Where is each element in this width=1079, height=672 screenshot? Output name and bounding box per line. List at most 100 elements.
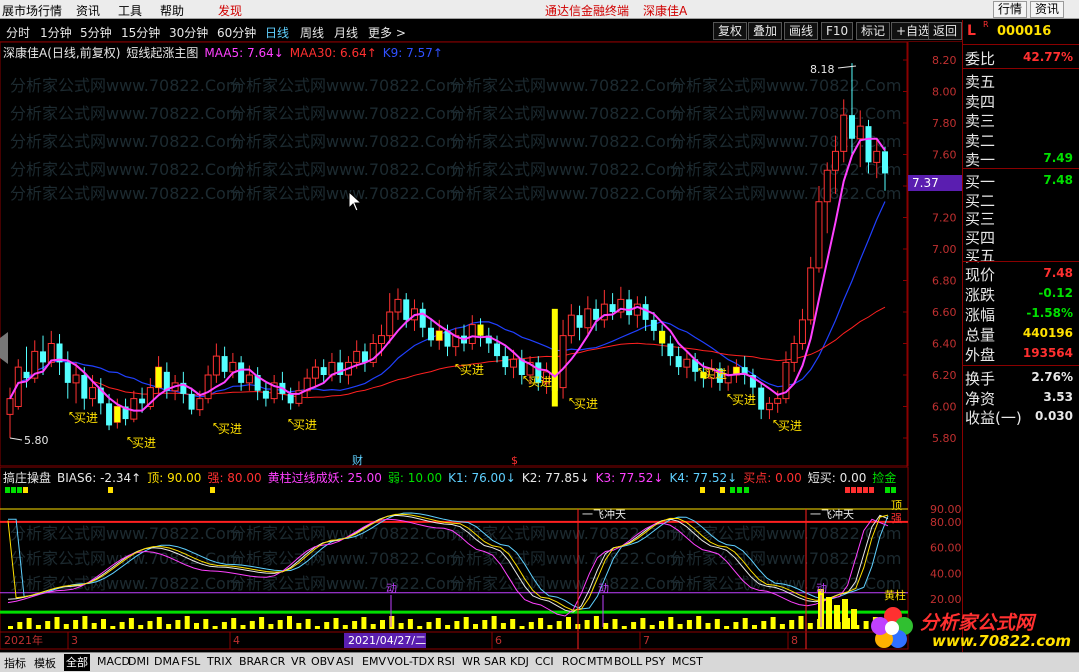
tab-obv[interactable]: OBV bbox=[311, 655, 334, 668]
menu-market[interactable]: 展市场行情 bbox=[2, 2, 62, 19]
period-60min[interactable]: 60分钟 bbox=[217, 24, 256, 41]
tab-rsi[interactable]: RSI bbox=[437, 655, 455, 668]
period-1min[interactable]: 1分钟 bbox=[40, 24, 72, 41]
candle-signal[interactable] bbox=[114, 406, 121, 423]
candle-up[interactable] bbox=[311, 366, 319, 379]
terminal-title-link[interactable]: 通达信金融终端 bbox=[545, 2, 629, 19]
tab-psy[interactable]: PSY bbox=[645, 655, 665, 668]
candle-down[interactable] bbox=[593, 308, 600, 320]
candle-up[interactable] bbox=[683, 358, 691, 368]
tab-全部[interactable]: 全部 bbox=[64, 654, 90, 671]
tab-vr[interactable]: VR bbox=[291, 655, 306, 668]
overlay-button[interactable]: 叠加 bbox=[748, 22, 783, 40]
tab-trix[interactable]: TRIX bbox=[207, 655, 232, 668]
candle-up[interactable] bbox=[873, 150, 881, 163]
candle-signal[interactable] bbox=[551, 308, 558, 407]
candle-down[interactable] bbox=[403, 299, 410, 320]
scroll-left-handle[interactable] bbox=[0, 332, 8, 364]
menu-help[interactable]: 帮助 bbox=[160, 2, 184, 19]
candle-up[interactable] bbox=[790, 343, 798, 363]
candle-up[interactable] bbox=[130, 398, 138, 420]
candle-up[interactable] bbox=[510, 358, 518, 368]
candle-up[interactable] bbox=[774, 398, 782, 404]
candle-up[interactable] bbox=[353, 350, 361, 363]
tab-kdj[interactable]: KDJ bbox=[510, 655, 529, 668]
tab-cci[interactable]: CCI bbox=[535, 655, 554, 668]
candle-down[interactable] bbox=[576, 315, 583, 328]
candle-down[interactable] bbox=[609, 304, 616, 312]
news-button[interactable]: 资讯 bbox=[1030, 1, 1065, 18]
period-30min[interactable]: 30分钟 bbox=[169, 24, 208, 41]
candle-down[interactable] bbox=[882, 151, 888, 174]
candlestick-chart[interactable]: 8.208.007.807.607.407.207.006.806.606.40… bbox=[0, 42, 962, 467]
back-button[interactable]: 返回 bbox=[928, 22, 963, 40]
candle-down[interactable] bbox=[188, 393, 195, 410]
candle-up[interactable] bbox=[204, 374, 212, 400]
candle-down[interactable] bbox=[675, 356, 682, 368]
tab-vol-tdx[interactable]: VOL-TDX bbox=[387, 655, 435, 668]
tab-mcst[interactable]: MCST bbox=[672, 655, 703, 668]
candle-down[interactable] bbox=[502, 356, 509, 368]
candle-up[interactable] bbox=[856, 125, 864, 140]
formula-name[interactable]: 短线起涨主图 bbox=[126, 46, 198, 60]
tab-sar[interactable]: SAR bbox=[484, 655, 506, 668]
candle-up[interactable] bbox=[559, 335, 567, 389]
candle-up[interactable] bbox=[229, 361, 237, 373]
candle-down[interactable] bbox=[106, 403, 113, 426]
tab-asi[interactable]: ASI bbox=[336, 655, 354, 668]
tab-emv[interactable]: EMV bbox=[362, 655, 386, 668]
period-15min[interactable]: 15分钟 bbox=[121, 24, 160, 41]
tab-roc[interactable]: ROC bbox=[562, 655, 586, 668]
period-daily[interactable]: 日线 bbox=[265, 24, 289, 41]
candle-up[interactable] bbox=[840, 114, 848, 152]
candle-up[interactable] bbox=[807, 267, 815, 321]
candle-signal[interactable] bbox=[659, 330, 666, 344]
draw-line-button[interactable]: 画线 bbox=[784, 22, 819, 40]
candle-up[interactable] bbox=[6, 398, 14, 415]
candle-up[interactable] bbox=[823, 169, 831, 203]
tab-mtm[interactable]: MTM bbox=[587, 655, 613, 668]
adjust-button[interactable]: 复权 bbox=[713, 22, 748, 40]
candle-up[interactable] bbox=[377, 335, 385, 344]
candle-up[interactable] bbox=[212, 355, 220, 376]
tab-macd[interactable]: MACD bbox=[97, 655, 130, 668]
candle-down[interactable] bbox=[221, 356, 228, 372]
candle-down[interactable] bbox=[865, 126, 872, 163]
candle-up[interactable] bbox=[798, 319, 806, 344]
candle-up[interactable] bbox=[196, 398, 204, 411]
period-weekly[interactable]: 周线 bbox=[300, 24, 324, 41]
candle-down[interactable] bbox=[40, 351, 47, 363]
candle-down[interactable] bbox=[287, 393, 294, 404]
candle-down[interactable] bbox=[419, 308, 426, 328]
tab-dma[interactable]: DMA bbox=[154, 655, 180, 668]
candle-signal[interactable] bbox=[155, 367, 162, 388]
candle-up[interactable] bbox=[386, 311, 394, 337]
dividend-event-mark[interactable]: $ bbox=[511, 454, 518, 467]
menu-news[interactable]: 资讯 bbox=[76, 2, 100, 19]
candle-up[interactable] bbox=[394, 298, 402, 313]
candle-up[interactable] bbox=[72, 374, 80, 384]
tab-boll[interactable]: BOLL bbox=[614, 655, 642, 668]
mark-button[interactable]: 标记 bbox=[856, 22, 891, 40]
indicator-chart[interactable]: 90.0080.0060.0040.0020.00一飞冲天 一飞冲天动动动顶强黄柱… bbox=[0, 467, 962, 650]
candle-down[interactable] bbox=[494, 343, 501, 357]
candle-up[interactable] bbox=[245, 374, 253, 384]
tab-dmi[interactable]: DMI bbox=[128, 655, 149, 668]
candle-up[interactable] bbox=[831, 150, 839, 171]
indicator-name[interactable]: 搞庄操盘 bbox=[3, 471, 51, 485]
candle-signal[interactable] bbox=[477, 324, 484, 336]
tab-wr[interactable]: WR bbox=[462, 655, 481, 668]
candle-down[interactable] bbox=[626, 299, 633, 316]
candle-up[interactable] bbox=[584, 308, 592, 329]
menu-discover[interactable]: 发现 bbox=[218, 2, 242, 19]
tab-fsl[interactable]: FSL bbox=[181, 655, 200, 668]
candle-down[interactable] bbox=[139, 398, 146, 404]
tab-指标[interactable]: 指标 bbox=[4, 655, 26, 671]
candle-down[interactable] bbox=[23, 371, 30, 379]
candle-down[interactable] bbox=[81, 375, 88, 399]
candle-down[interactable] bbox=[650, 319, 657, 331]
candle-down[interactable] bbox=[667, 343, 674, 357]
candle-down[interactable] bbox=[64, 362, 71, 383]
candle-up[interactable] bbox=[633, 303, 641, 316]
candle-up[interactable] bbox=[89, 387, 97, 400]
